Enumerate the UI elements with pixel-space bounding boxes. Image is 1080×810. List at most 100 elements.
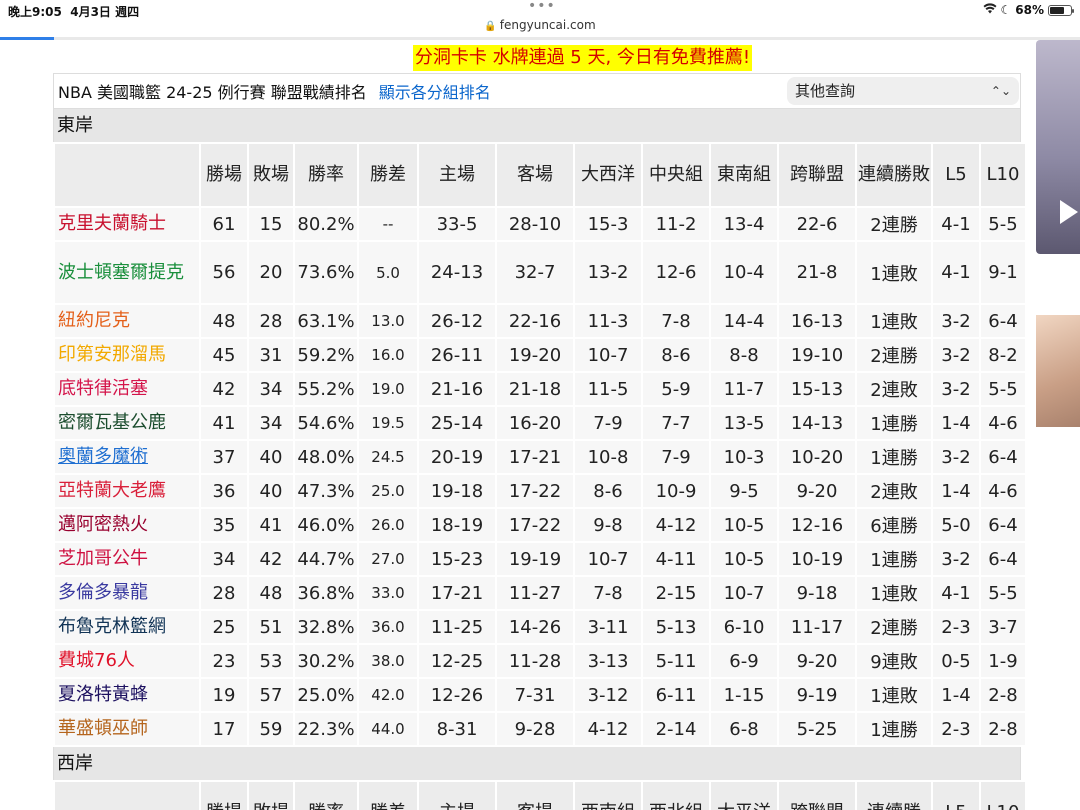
cell-pct: 80.2% xyxy=(295,208,357,240)
team-name[interactable]: 密爾瓦基公鹿 xyxy=(55,407,199,439)
cell-l: 28 xyxy=(249,305,293,337)
column-header: 東南組 xyxy=(711,144,777,206)
team-name[interactable]: 紐約尼克 xyxy=(55,305,199,337)
cell-pct: 73.6% xyxy=(295,242,357,303)
cell-w: 61 xyxy=(201,208,247,240)
cell-d2: 6-11 xyxy=(643,679,709,711)
column-header: 勝差 xyxy=(359,782,417,810)
cell-d3: 10-5 xyxy=(711,509,777,541)
url-bar[interactable]: 🔒 fengyuncai.com xyxy=(0,18,1080,38)
cell-pct: 59.2% xyxy=(295,339,357,371)
cell-d2: 7-9 xyxy=(643,441,709,473)
team-name[interactable]: 布魯克林籃網 xyxy=(55,611,199,643)
team-name[interactable]: 華盛頓巫師 xyxy=(55,713,199,745)
cell-w: 42 xyxy=(201,373,247,405)
cell-w: 45 xyxy=(201,339,247,371)
table-row: 邁阿密熱火 35 41 46.0% 26.0 18-19 17-22 9-8 4-12 10-5 1… xyxy=(55,509,1025,541)
cell-gb: 33.0 xyxy=(359,577,417,609)
column-header: L5 xyxy=(933,782,979,810)
cell-away: 17-21 xyxy=(497,441,573,473)
cell-d2: 2-14 xyxy=(643,713,709,745)
cell-home: 11-25 xyxy=(419,611,495,643)
cell-l: 53 xyxy=(249,645,293,677)
cell-inter: 16-13 xyxy=(779,305,855,337)
cell-d1: 10-7 xyxy=(575,543,641,575)
column-header: 大西洋 xyxy=(575,144,641,206)
cell-inter: 12-16 xyxy=(779,509,855,541)
cell-w: 35 xyxy=(201,509,247,541)
cell-inter: 22-6 xyxy=(779,208,855,240)
cell-gb: 16.0 xyxy=(359,339,417,371)
cell-inter: 11-17 xyxy=(779,611,855,643)
url-text: fengyuncai.com xyxy=(499,18,596,32)
cell-inter: 9-20 xyxy=(779,645,855,677)
cell-l10: 4-6 xyxy=(981,475,1025,507)
cell-l: 34 xyxy=(249,373,293,405)
cell-pct: 32.8% xyxy=(295,611,357,643)
team-name[interactable]: 亞特蘭大老鷹 xyxy=(55,475,199,507)
cell-home: 19-18 xyxy=(419,475,495,507)
team-name[interactable]: 費城76人 xyxy=(55,645,199,677)
cell-home: 33-5 xyxy=(419,208,495,240)
cell-d1: 15-3 xyxy=(575,208,641,240)
team-name[interactable]: 印第安那溜馬 xyxy=(55,339,199,371)
team-name[interactable]: 奧蘭多魔術 xyxy=(55,441,199,473)
more-dots-icon[interactable]: ••• xyxy=(528,0,556,14)
cell-l: 48 xyxy=(249,577,293,609)
play-icon[interactable] xyxy=(1060,200,1078,224)
team-name[interactable]: 多倫多暴龍 xyxy=(55,577,199,609)
cell-l5: 3-2 xyxy=(933,543,979,575)
page-load-progress-fill xyxy=(0,37,54,40)
column-header: 勝率 xyxy=(295,144,357,206)
cell-gb: -- xyxy=(359,208,417,240)
column-header: 客場 xyxy=(497,782,573,810)
cell-home: 26-11 xyxy=(419,339,495,371)
cell-w: 25 xyxy=(201,611,247,643)
team-name[interactable]: 波士頓塞爾提克 xyxy=(55,242,199,303)
cell-inter: 9-20 xyxy=(779,475,855,507)
cell-d2: 11-2 xyxy=(643,208,709,240)
cell-d3: 8-8 xyxy=(711,339,777,371)
cell-w: 19 xyxy=(201,679,247,711)
cell-l5: 4-1 xyxy=(933,242,979,303)
team-name[interactable]: 底特律活塞 xyxy=(55,373,199,405)
cell-d3: 6-9 xyxy=(711,645,777,677)
cell-inter: 5-25 xyxy=(779,713,855,745)
show-divisions-link[interactable]: 顯示各分組排名 xyxy=(379,79,491,103)
team-name[interactable]: 芝加哥公牛 xyxy=(55,543,199,575)
cell-d3: 14-4 xyxy=(711,305,777,337)
cell-l10: 1-9 xyxy=(981,645,1025,677)
cell-streak: 9連敗 xyxy=(857,645,931,677)
cell-l: 20 xyxy=(249,242,293,303)
table-row: 華盛頓巫師 17 59 22.3% 44.0 8-31 9-28 4-12 2-14 6-8 5-2… xyxy=(55,713,1025,745)
cell-home: 12-25 xyxy=(419,645,495,677)
other-query-select[interactable]: 其他查詢 ⌃⌄ xyxy=(787,77,1019,105)
cell-pct: 44.7% xyxy=(295,543,357,575)
cell-w: 37 xyxy=(201,441,247,473)
cell-l5: 5-0 xyxy=(933,509,979,541)
ad-thumbnail[interactable] xyxy=(1036,315,1080,427)
cell-l5: 3-2 xyxy=(933,373,979,405)
cell-l: 40 xyxy=(249,475,293,507)
team-name[interactable]: 邁阿密熱火 xyxy=(55,509,199,541)
cell-streak: 1連敗 xyxy=(857,305,931,337)
team-name[interactable]: 克里夫蘭騎士 xyxy=(55,208,199,240)
cell-l10: 9-1 xyxy=(981,242,1025,303)
cell-d1: 3-11 xyxy=(575,611,641,643)
cell-l5: 1-4 xyxy=(933,407,979,439)
cell-inter: 21-8 xyxy=(779,242,855,303)
cell-streak: 2連勝 xyxy=(857,208,931,240)
column-header: 太平洋 xyxy=(711,782,777,810)
lock-icon: 🔒 xyxy=(484,21,497,32)
column-header: 勝場 xyxy=(201,144,247,206)
promo-banner[interactable]: 分洞卡卡 水牌連過 5 天, 今日有免費推薦! xyxy=(412,45,753,71)
standings-header: NBA 美國職籃 24-25 例行賽 聯盟戰績排名 顯示各分組排名 其他查詢 ⌃… xyxy=(53,73,1021,109)
cell-w: 34 xyxy=(201,543,247,575)
column-header: 連續勝 xyxy=(857,782,931,810)
cell-l5: 1-4 xyxy=(933,475,979,507)
cell-streak: 1連勝 xyxy=(857,441,931,473)
cell-l10: 8-2 xyxy=(981,339,1025,371)
cell-l10: 2-8 xyxy=(981,713,1025,745)
team-name[interactable]: 夏洛特黃蜂 xyxy=(55,679,199,711)
column-header: 勝場 xyxy=(201,782,247,810)
